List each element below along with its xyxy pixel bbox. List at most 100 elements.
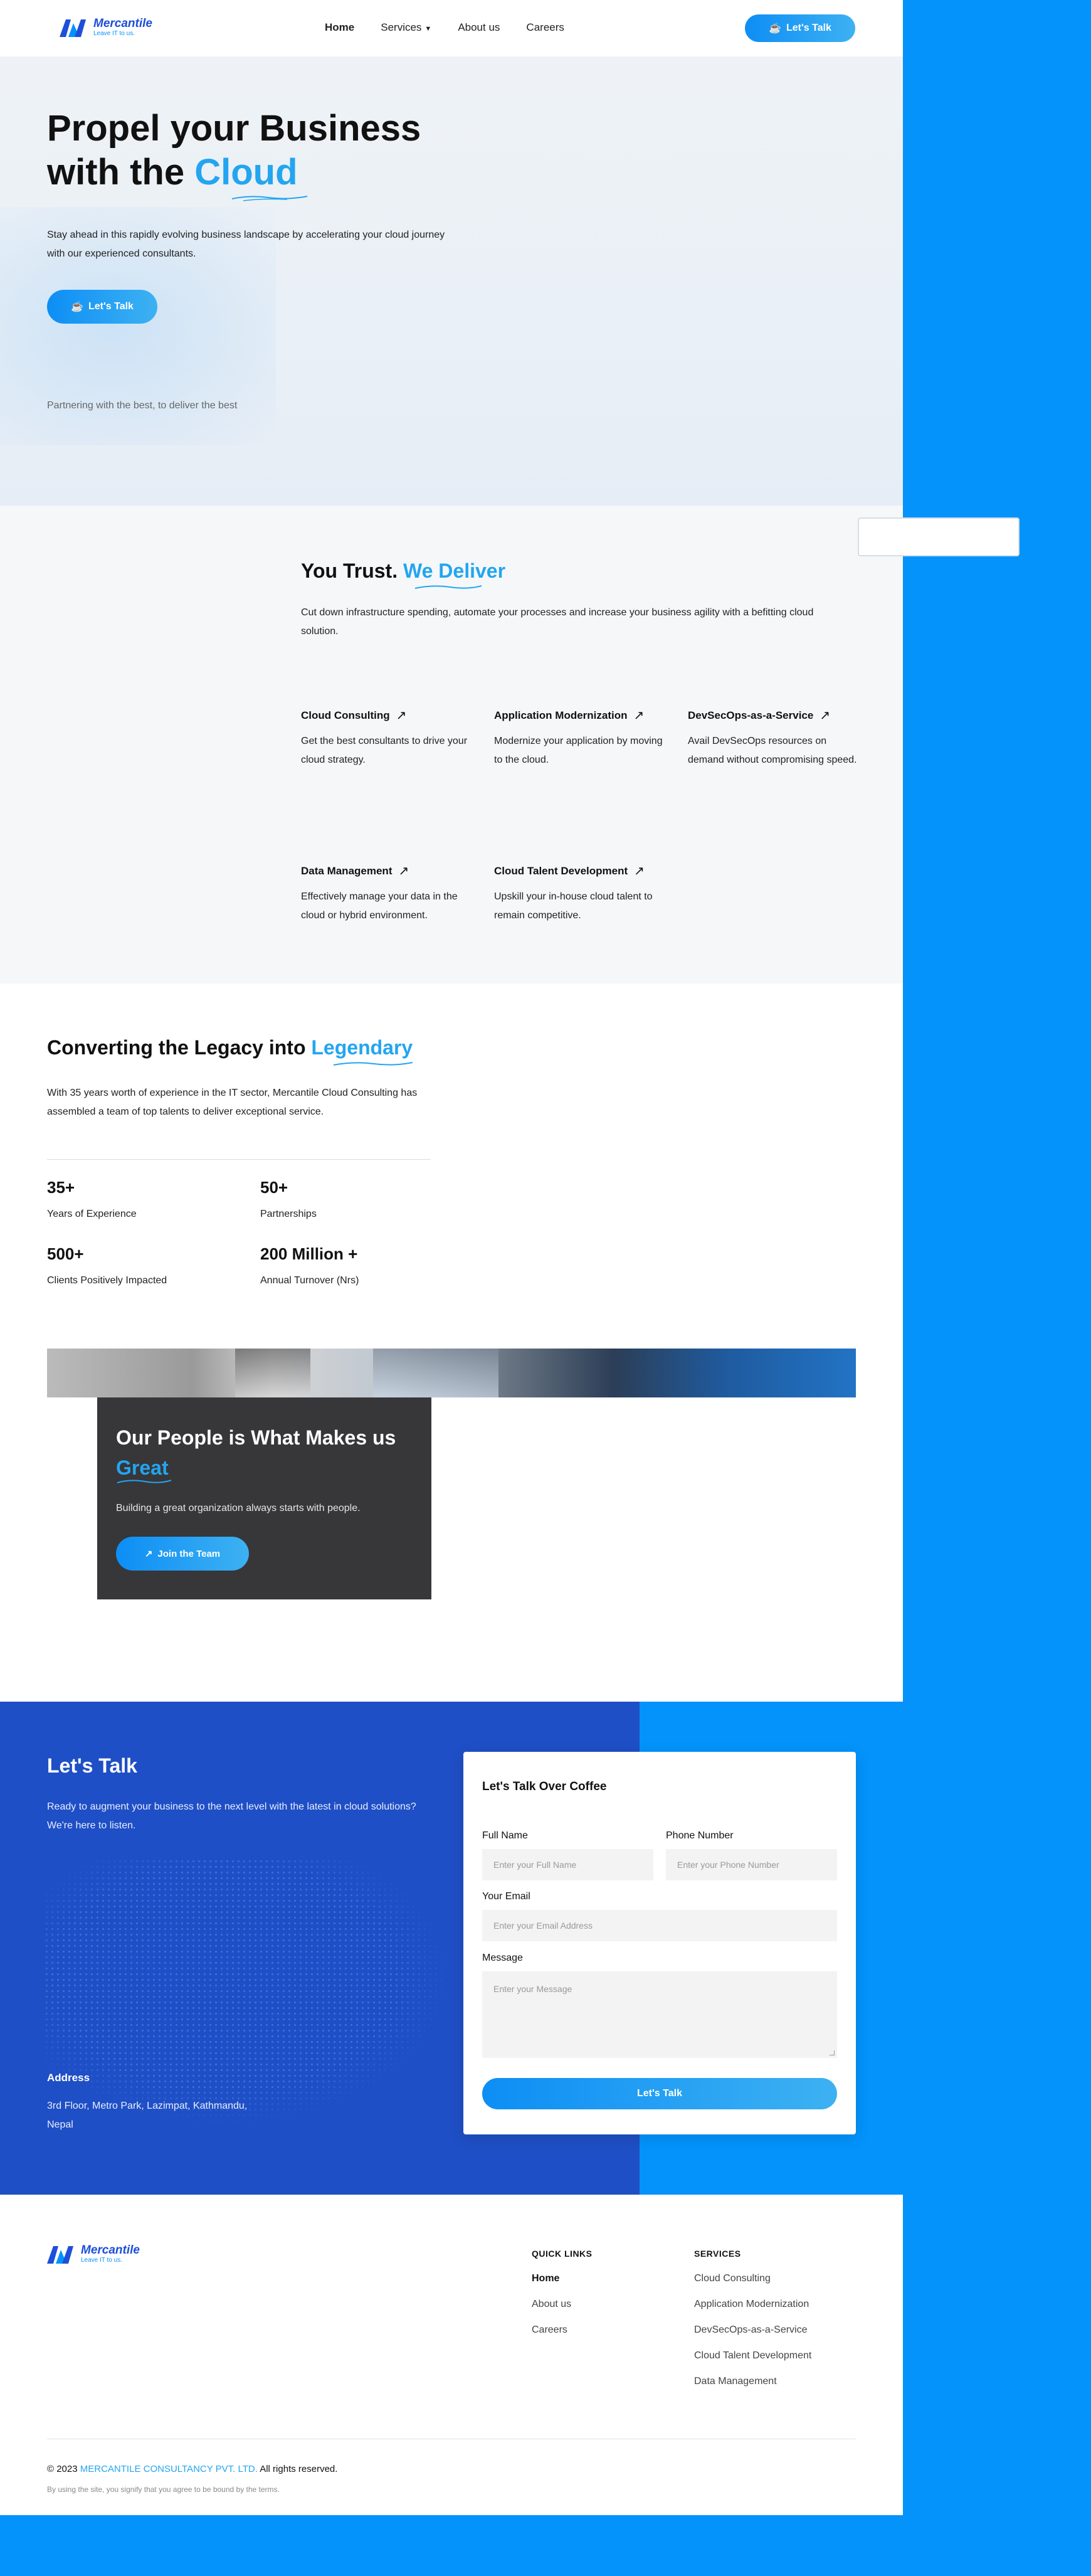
full-name-input[interactable]: Enter your Full Name — [482, 1849, 653, 1880]
services-title: You Trust. We Deliver — [301, 559, 505, 583]
hero-title-line1: Propel your Business — [47, 108, 421, 149]
squiggle-underline-icon — [117, 1480, 172, 1483]
arrow-up-right-icon: ↗ — [398, 864, 409, 878]
squiggle-underline-icon — [231, 196, 308, 201]
nav-services[interactable]: Services ▼ — [381, 21, 431, 34]
company-link[interactable]: MERCANTILE CONSULTANCY PVT. LTD. — [80, 2464, 258, 2474]
people-description: Building a great organization always sta… — [116, 1503, 361, 1513]
services-title-prefix: You Trust. — [301, 559, 398, 582]
address-text: 3rd Floor, Metro Park, Lazimpat, Kathman… — [47, 2101, 248, 2130]
coffee-icon: ☕ — [769, 23, 781, 34]
service-card-cloud-consulting[interactable]: Cloud Consulting ↗ Get the best consultan… — [301, 708, 470, 770]
coffee-icon: ☕ — [71, 302, 83, 312]
service-text: Modernize your application by moving to … — [494, 736, 663, 765]
hero-section: Propel your Business with the Cloud Stay… — [0, 56, 903, 506]
people-title-prefix: Our People is What Makes us — [116, 1426, 396, 1449]
hero-title-accent: Cloud — [194, 152, 298, 193]
hero-title: Propel your Business with the Cloud — [47, 107, 486, 194]
legacy-title-prefix: Converting the Legacy into — [47, 1036, 306, 1059]
arrow-up-right-icon: ↗ — [633, 709, 645, 723]
nav-cta-label: Let's Talk — [786, 23, 831, 33]
brand-logo[interactable]: Mercantile Leave IT to us. — [60, 18, 152, 37]
hero-cta-label: Let's Talk — [88, 301, 134, 312]
stat-value: 35+ — [47, 1178, 75, 1197]
service-card-app-modernization[interactable]: Application Modernization ↗ Modernize you… — [494, 708, 663, 770]
form-title: Let's Talk Over Coffee — [482, 1780, 607, 1793]
message-textarea[interactable]: Enter your Message — [482, 1971, 837, 2058]
hero-description: Stay ahead in this rapidly evolving busi… — [47, 230, 445, 259]
nav-about[interactable]: About us — [458, 21, 500, 34]
form-submit-button[interactable]: Let's Talk — [482, 2078, 837, 2109]
full-name-label: Full Name — [482, 1830, 528, 1841]
footer-link-careers[interactable]: Careers — [532, 2324, 593, 2336]
brand-name: Mercantile — [81, 2244, 140, 2257]
brand-tagline: Leave IT to us. — [93, 30, 135, 37]
main-nav: Home Services ▼ About us Careers — [325, 21, 564, 34]
service-card-devsecops[interactable]: DevSecOps-as-a-Service ↗ Avail DevSecOps … — [688, 708, 857, 770]
contact-section: Let's Talk Ready to augment your busines… — [0, 1702, 903, 2195]
footer-service-link[interactable]: DevSecOps-as-a-Service — [694, 2324, 811, 2336]
stat-label: Annual Turnover (Nrs) — [260, 1275, 359, 1286]
services-description: Cut down infrastructure spending, automa… — [301, 607, 814, 637]
logo-mark-icon — [60, 19, 86, 37]
brand-name: Mercantile — [93, 17, 152, 30]
email-field: Your Email Enter your Email Address — [482, 1891, 837, 1941]
terms-notice: By using the site, you signify that you … — [47, 2485, 280, 2494]
world-map-icon — [44, 1858, 445, 2122]
contact-form: Let's Talk Over Coffee Full Name Enter y… — [463, 1752, 856, 2134]
footer-service-link[interactable]: Cloud Consulting — [694, 2273, 811, 2284]
stat-turnover: 200 Million + Annual Turnover (Nrs) — [260, 1244, 359, 1286]
phone-label: Phone Number — [666, 1830, 734, 1841]
hero-title-line2: with the — [47, 152, 185, 193]
service-title: Data Management — [301, 864, 393, 877]
phone-input[interactable]: Enter your Phone Number — [666, 1849, 837, 1880]
legacy-title-accent: Legendary — [311, 1036, 413, 1059]
copyright-suffix: All rights reserved. — [260, 2464, 338, 2474]
service-title: Cloud Consulting — [301, 709, 390, 721]
footer-service-link[interactable]: Cloud Talent Development — [694, 2350, 811, 2361]
service-card-data-management[interactable]: Data Management ↗ Effectively manage your… — [301, 863, 470, 925]
stat-years: 35+ Years of Experience — [47, 1178, 137, 1220]
email-input[interactable]: Enter your Email Address — [482, 1910, 837, 1941]
hero-lets-talk-button[interactable]: ☕ Let's Talk — [47, 290, 157, 324]
phone-field: Phone Number Enter your Phone Number — [666, 1830, 837, 1880]
nav-home[interactable]: Home — [325, 21, 354, 34]
hero-partner-text: Partnering with the best, to deliver the… — [47, 400, 238, 411]
contact-title: Let's Talk — [47, 1754, 137, 1777]
services-links-title: SERVICES — [694, 2249, 741, 2259]
top-navbar: Mercantile Leave IT to us. Home Services… — [0, 0, 903, 56]
stat-partnerships: 50+ Partnerships — [260, 1178, 317, 1220]
chevron-down-icon: ▼ — [424, 25, 432, 33]
join-team-label: Join the Team — [157, 1548, 221, 1559]
resize-handle-icon[interactable] — [830, 2050, 835, 2055]
squiggle-underline-icon — [414, 585, 482, 589]
people-title-accent: Great — [116, 1456, 169, 1479]
stat-label: Clients Positively Impacted — [47, 1275, 167, 1286]
floating-widget-box[interactable] — [858, 517, 1020, 556]
quick-links-title: QUICK LINKS — [532, 2249, 593, 2259]
message-label: Message — [482, 1953, 523, 1963]
address-title: Address — [47, 2072, 90, 2084]
footer-quick-links: QUICK LINKS Home About us Careers — [532, 2249, 593, 2336]
footer-service-link[interactable]: Data Management — [694, 2376, 811, 2387]
footer-link-home[interactable]: Home — [532, 2273, 593, 2284]
copyright: © 2023 MERCANTILE CONSULTANCY PVT. LTD. … — [47, 2464, 337, 2474]
join-team-button[interactable]: ↗ Join the Team — [116, 1537, 249, 1571]
nav-lets-talk-button[interactable]: ☕ Let's Talk — [745, 14, 855, 42]
stat-label: Partnerships — [260, 1209, 317, 1219]
footer-logo[interactable]: Mercantile Leave IT to us. — [47, 2244, 140, 2264]
stat-value: 500+ — [47, 1244, 84, 1263]
service-card-talent-development[interactable]: Cloud Talent Development ↗ Upskill your i… — [494, 863, 663, 925]
team-photo-banner — [47, 1349, 856, 1397]
footer-link-about[interactable]: About us — [532, 2299, 593, 2310]
footer-service-link[interactable]: Application Modernization — [694, 2299, 811, 2310]
nav-careers[interactable]: Careers — [526, 21, 564, 34]
message-placeholder: Enter your Message — [493, 1984, 572, 1994]
footer-services: SERVICES Cloud Consulting Application Mo… — [694, 2249, 811, 2387]
stat-value: 200 Million + — [260, 1244, 358, 1263]
divider — [47, 1159, 431, 1160]
legacy-description: With 35 years worth of experience in the… — [47, 1088, 418, 1117]
stat-clients: 500+ Clients Positively Impacted — [47, 1244, 167, 1286]
arrow-up-right-icon: ↗ — [634, 864, 645, 878]
service-title: DevSecOps-as-a-Service — [688, 709, 814, 721]
